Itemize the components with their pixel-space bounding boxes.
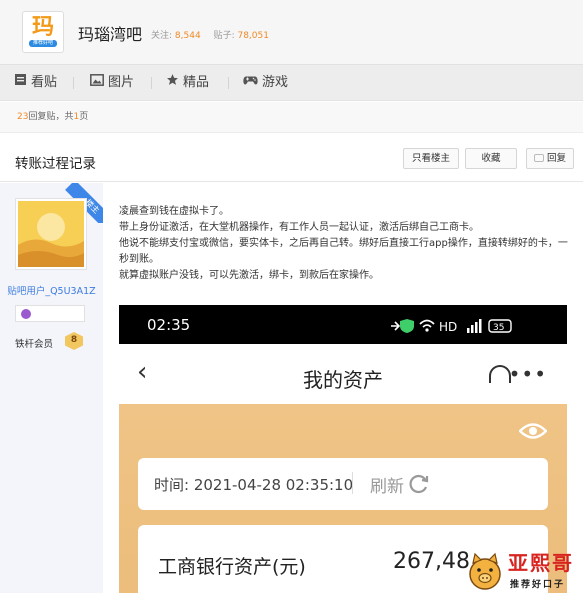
posts-label: 贴子: [213,31,235,41]
tab-featured-label: 精品 [183,75,210,90]
comment-icon [533,153,544,162]
wifi-icon [419,319,435,332]
collect-button[interactable]: 收藏 [465,148,517,169]
reply-button[interactable]: 回复 [526,148,574,169]
post-screenshot[interactable]: 02:35 HD 35 ‹ 我的资产 ••• 时间: 2021-04-28 02… [119,305,567,593]
phone-status-bar: 02:35 HD 35 [119,305,567,344]
battery-level: 35 [493,323,504,333]
tab-posts-label: 看贴 [31,75,58,90]
post-line: 带上身份证激活，在大堂机器操作，有工作人员一起认证，激活后绑自己工商卡。 [119,222,479,233]
reply-count-bar: 23回复贴，共1页 [0,102,583,133]
follow-count: 8,544 [174,31,201,41]
image-icon [90,65,104,101]
eye-icon[interactable] [519,422,547,440]
time-divider [352,472,353,494]
phone-clock: 02:35 [147,316,191,334]
phone-nav-bar: ‹ 我的资产 ••• [119,344,567,404]
follow-label: 关注: [151,31,173,41]
post-line: 他说不能绑支付宝或微信，要实体卡，之后再自己转。绑好后直接工行app操作，直接转… [119,238,568,265]
member-level-label: 铁杆会员 [15,339,54,350]
only-op-button[interactable]: 只看楼主 [403,148,459,169]
forum-logo-char: 玛 [31,15,54,40]
watermark-subtext: 推荐好口子 [510,580,566,590]
time-box: 时间: 2021-04-28 02:35:10 刷新 [138,458,548,510]
user-badge-box [15,305,85,322]
refresh-label[interactable]: 刷新 [370,472,404,497]
hd-label: HD [439,320,457,334]
tab-divider [73,77,74,89]
post-line: 就算虚拟账户没钱，可以先激活，绑卡，到款后在家操作。 [119,270,379,281]
more-icon[interactable]: ••• [509,362,547,386]
author-username[interactable]: 贴吧用户_Q5U3A1Z [0,283,103,297]
tab-posts[interactable]: 看贴 [14,65,57,101]
avatar-image [18,201,84,267]
level-number: 8 [70,335,78,345]
forum-logo[interactable]: 玛 推荐好吧 [22,11,64,53]
post-line: 凌晨查到钱在虚拟卡了。 [119,206,229,217]
reply-count: 23 [17,112,29,122]
post-content: 凌晨查到钱在虚拟卡了。 带上身份证激活，在大堂机器操作，有工作人员一起认证，激活… [119,204,574,284]
level-badge: 8 [63,331,85,351]
watermark: 亚熙哥 推荐好口子 [466,551,580,593]
pig-mascot-icon [469,552,501,590]
record-time: 时间: 2021-04-28 02:35:10 [154,476,354,494]
tab-divider [228,77,229,89]
key-icon [391,321,401,331]
signal-icon [467,319,482,333]
posts-count: 78,051 [237,31,269,41]
thread-title-row: 转账过程记录 只看楼主 收藏 回复 [0,140,583,182]
tab-images[interactable]: 图片 [90,65,134,101]
refresh-icon[interactable] [408,473,430,495]
reply-count-suffix: 回复贴，共 [28,112,74,122]
avatar[interactable] [16,199,86,269]
battery-icon: 35 [488,319,512,333]
page-count-suffix: 页 [79,112,89,122]
tab-images-label: 图片 [108,75,135,90]
asset-label: 工商银行资产(元) [158,556,306,578]
reply-button-label: 回复 [546,153,566,164]
forum-logo-sub: 推荐好吧 [32,40,53,46]
tab-games-label: 游戏 [262,75,289,90]
user-badge-icon [21,309,31,319]
watermark-text: 亚熙哥 [508,551,574,575]
forum-tabs: 看贴 图片 精品 游戏 [0,64,583,101]
forum-stats: 关注: 8,544 贴子: 78,051 [151,28,279,41]
star-icon [166,65,179,101]
tab-featured[interactable]: 精品 [166,65,209,101]
document-icon [14,65,27,101]
asset-value: 267,48 [393,549,470,574]
gamepad-icon [243,65,258,101]
tab-games[interactable]: 游戏 [243,65,288,101]
shield-icon [400,319,414,333]
phone-status-icons: HD 35 [389,317,539,334]
forum-header: 玛 推荐好吧 玛瑙湾吧 关注: 8,544 贴子: 78,051 [0,0,583,64]
tab-divider [151,77,152,89]
thread-title: 转账过程记录 [15,156,96,172]
forum-name[interactable]: 玛瑙湾吧 [78,21,142,45]
